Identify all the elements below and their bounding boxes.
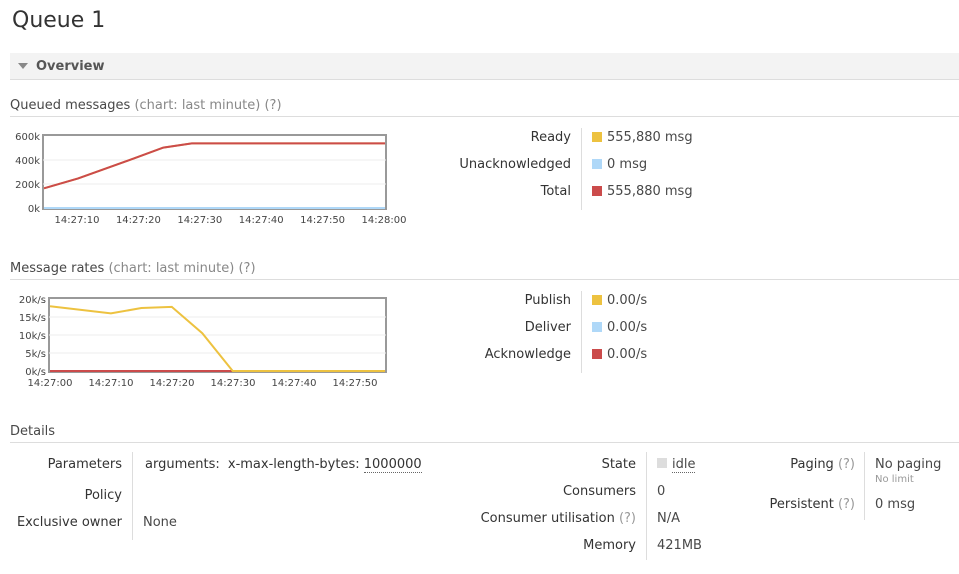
chart-range-link[interactable]: (chart: last minute) — [134, 98, 260, 113]
paging-label: Paging (?) — [790, 456, 855, 474]
memory-label: Memory — [583, 538, 636, 553]
legend-label: Ready — [530, 130, 571, 145]
consumer-utilisation-text: Consumer utilisation — [480, 511, 615, 526]
legend-item-publish: Publish — [0, 292, 571, 310]
x-tick-label: 14:27:50 — [300, 215, 345, 226]
state-label: State — [601, 457, 636, 472]
legend-label: Publish — [524, 293, 571, 308]
legend-value-text: 0.00/s — [607, 320, 648, 335]
legend-item-acknowledge: Acknowledge — [0, 346, 571, 364]
legend-label: Unacknowledged — [459, 157, 571, 172]
legend-label: Deliver — [524, 320, 571, 335]
persistent-label: Persistent (?) — [770, 496, 856, 514]
legend-value: 555,880 msg — [592, 183, 693, 201]
x-tick-label: 14:27:10 — [55, 215, 100, 226]
x-tick-label: 14:27:40 — [239, 215, 284, 226]
help-link[interactable]: (?) — [238, 261, 255, 276]
legend-swatch — [592, 159, 602, 169]
legend-item-ready: Ready — [0, 129, 571, 147]
y-tick-label: 0k — [28, 204, 40, 215]
exclusive-owner-label: Exclusive owner — [16, 515, 122, 530]
legend-value: 0.00/s — [592, 292, 647, 310]
x-tick-label: 14:27:00 — [28, 378, 73, 389]
page-title: Queue 1 — [12, 8, 106, 33]
legend-divider — [581, 128, 582, 210]
details-heading: Details — [10, 424, 959, 443]
consumer-utilisation-value: N/A — [657, 511, 680, 526]
persistent-text: Persistent — [769, 497, 834, 512]
paging-text: Paging — [790, 457, 834, 472]
help-link[interactable]: (?) — [619, 511, 636, 526]
x-tick-label: 14:27:30 — [177, 215, 222, 226]
help-link[interactable]: (?) — [264, 98, 281, 113]
state-indicator-icon — [657, 458, 667, 468]
legend-value-text: 0.00/s — [607, 293, 648, 308]
legend-swatch — [592, 132, 602, 142]
legend-item-deliver: Deliver — [0, 319, 571, 337]
legend-swatch — [592, 349, 602, 359]
persistent-value: 0 msg — [875, 497, 916, 512]
legend-value-text: 0 msg — [607, 157, 648, 172]
legend-item-total: Total — [0, 183, 571, 201]
details-divider — [864, 452, 865, 520]
legend-swatch — [592, 186, 602, 196]
help-link[interactable]: (?) — [838, 457, 855, 472]
policy-label: Policy — [84, 488, 122, 503]
consumer-utilisation-label: Consumer utilisation (?) — [481, 510, 636, 528]
legend-value-text: 555,880 msg — [607, 130, 693, 145]
legend-swatch — [592, 295, 602, 305]
legend-value: 0.00/s — [592, 346, 647, 364]
overview-section-toggle[interactable]: Overview — [10, 53, 959, 80]
message-rates-heading: Message rates (chart: last minute) (?) — [10, 261, 959, 280]
message-rates-title: Message rates — [10, 261, 105, 276]
queued-messages-heading: Queued messages (chart: last minute) (?) — [10, 98, 959, 117]
memory-value: 421MB — [657, 538, 702, 553]
x-tick-label: 14:28:00 — [362, 215, 407, 226]
legend-value: 0 msg — [592, 156, 647, 174]
legend-label: Acknowledge — [484, 347, 571, 362]
state-value: idle — [657, 456, 696, 474]
consumers-label: Consumers — [562, 484, 636, 499]
exclusive-owner-value: None — [143, 515, 177, 530]
legend-label: Total — [540, 184, 571, 199]
legend-value: 0.00/s — [592, 319, 647, 337]
queued-messages-title: Queued messages — [10, 98, 131, 113]
x-tick-label: 14:27:20 — [116, 215, 161, 226]
legend-value-text: 555,880 msg — [607, 184, 693, 199]
legend-swatch — [592, 322, 602, 332]
x-tick-label: 14:27:30 — [211, 378, 256, 389]
parameters-arg: x-max-length-bytes: — [227, 457, 360, 472]
parameters-value: arguments: x-max-length-bytes: 1000000 — [145, 456, 422, 474]
help-link[interactable]: (?) — [838, 497, 855, 512]
consumers-value: 0 — [657, 484, 666, 499]
parameters-label: Parameters — [47, 457, 122, 472]
chart-range-link[interactable]: (chart: last minute) — [108, 261, 234, 276]
paging-limit: No limit — [875, 474, 914, 485]
state-text[interactable]: idle — [672, 457, 696, 473]
legend-value-text: 0.00/s — [607, 347, 648, 362]
details-divider — [646, 452, 647, 560]
y-tick-label: 0k/s — [25, 367, 46, 378]
legend-value: 555,880 msg — [592, 129, 693, 147]
x-tick-label: 14:27:10 — [89, 378, 134, 389]
overview-label: Overview — [36, 59, 105, 74]
x-tick-label: 14:27:40 — [272, 378, 317, 389]
details-divider — [132, 452, 133, 540]
parameters-key: arguments: — [145, 457, 220, 472]
x-tick-label: 14:27:20 — [150, 378, 195, 389]
x-tick-label: 14:27:50 — [333, 378, 378, 389]
legend-divider — [581, 291, 582, 373]
legend-item-unacknowledged: Unacknowledged — [0, 156, 571, 174]
parameters-arg-value[interactable]: 1000000 — [363, 457, 422, 473]
triangle-down-icon — [18, 63, 28, 69]
